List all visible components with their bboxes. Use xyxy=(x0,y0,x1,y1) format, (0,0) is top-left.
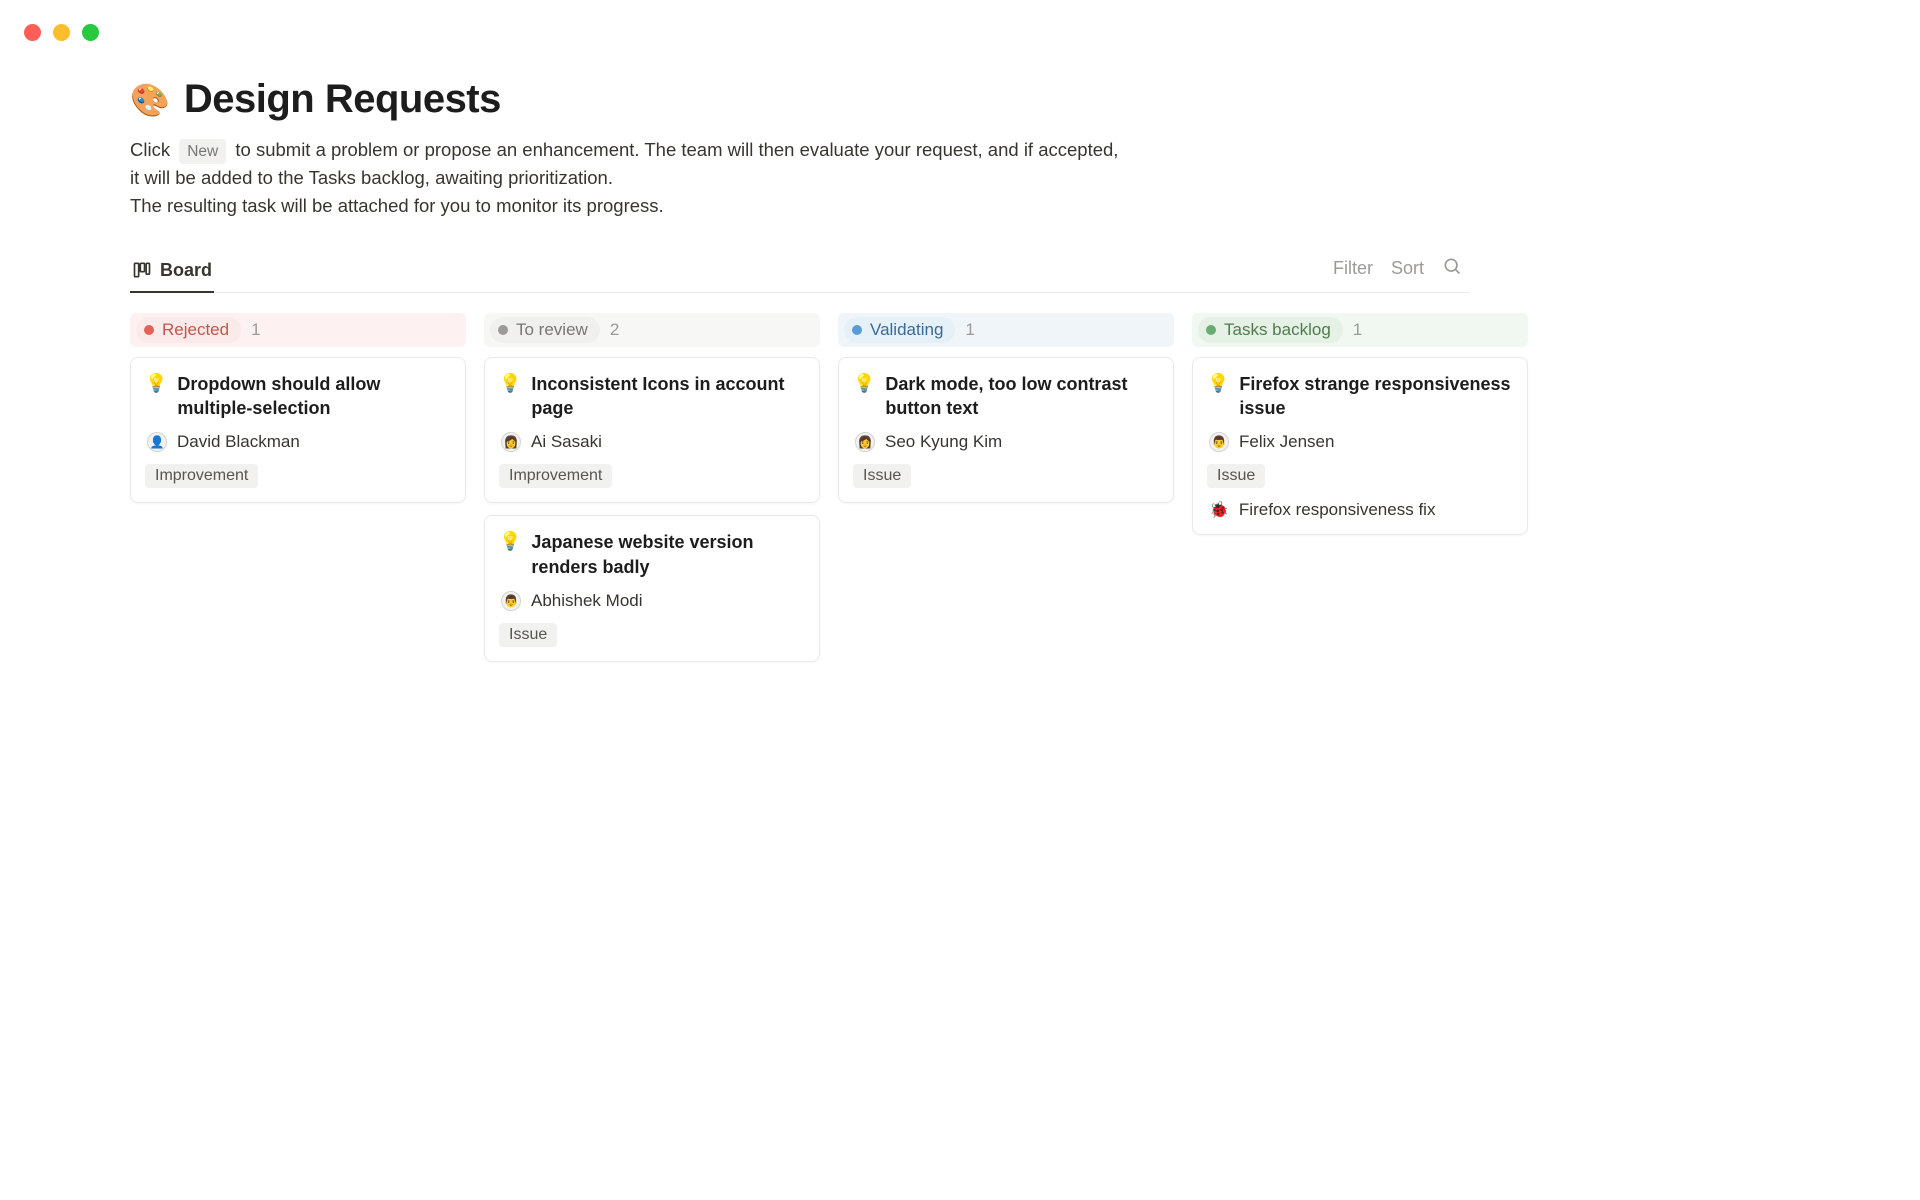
tag: Issue xyxy=(853,464,911,488)
linked-task-name: Firefox responsiveness fix xyxy=(1239,500,1436,520)
column-rejected: Rejected 1 💡 Dropdown should allow multiple… xyxy=(130,313,466,674)
card[interactable]: 💡 Dropdown should allow multiple-selectio… xyxy=(130,357,466,504)
page-description: Click New to submit a problem or propose… xyxy=(130,136,1130,220)
status-pill-rejected[interactable]: Rejected xyxy=(136,317,241,343)
search-icon xyxy=(1442,256,1462,276)
window-minimize-icon[interactable] xyxy=(53,24,70,41)
status-dot-icon xyxy=(498,325,508,335)
status-label: Validating xyxy=(870,320,943,340)
column-count: 2 xyxy=(610,320,619,340)
card-title: Dropdown should allow multiple-selection xyxy=(177,372,451,421)
lightbulb-icon: 💡 xyxy=(1207,373,1229,395)
card-title-row: 💡 Dropdown should allow multiple-selectio… xyxy=(145,372,451,421)
description-text-after: to submit a problem or propose an enhanc… xyxy=(130,139,1118,188)
tag: Issue xyxy=(499,623,557,647)
assignee-row: 👩 Ai Sasaki xyxy=(499,432,805,452)
card[interactable]: 💡 Japanese website version renders badly 👨… xyxy=(484,515,820,662)
view-actions: Filter Sort xyxy=(1333,256,1470,287)
card-title: Japanese website version renders badly xyxy=(531,530,805,579)
column-count: 1 xyxy=(965,320,974,340)
page-icon[interactable]: 🎨 xyxy=(130,84,170,116)
window-zoom-icon[interactable] xyxy=(82,24,99,41)
search-button[interactable] xyxy=(1442,256,1462,281)
assignee-name: Abhishek Modi xyxy=(531,591,643,611)
status-pill-validating[interactable]: Validating xyxy=(844,317,955,343)
avatar: 👨 xyxy=(501,591,521,611)
assignee-row: 👨 Abhishek Modi xyxy=(499,591,805,611)
lightbulb-icon: 💡 xyxy=(853,373,875,395)
avatar: 👨 xyxy=(1209,432,1229,452)
card-title: Inconsistent Icons in account page xyxy=(531,372,805,421)
filter-button[interactable]: Filter xyxy=(1333,258,1373,279)
bug-icon: 🐞 xyxy=(1209,500,1229,520)
status-dot-icon xyxy=(852,325,862,335)
board: Rejected 1 💡 Dropdown should allow multiple… xyxy=(130,293,1470,674)
assignee-row: 👩 Seo Kyung Kim xyxy=(853,432,1159,452)
page-container: 🎨 Design Requests Click New to submit a … xyxy=(0,41,1600,674)
card[interactable]: 💡 Firefox strange responsiveness issue 👨 Fe… xyxy=(1192,357,1528,536)
column-header-validating[interactable]: Validating 1 xyxy=(838,313,1174,347)
column-count: 1 xyxy=(1353,320,1362,340)
column-count: 1 xyxy=(251,320,260,340)
linked-task-row[interactable]: 🐞 Firefox responsiveness fix xyxy=(1207,500,1513,520)
lightbulb-icon: 💡 xyxy=(499,373,521,395)
assignee-name: Seo Kyung Kim xyxy=(885,432,1002,452)
card-title-row: 💡 Inconsistent Icons in account page xyxy=(499,372,805,421)
avatar: 👤 xyxy=(147,432,167,452)
assignee-name: Felix Jensen xyxy=(1239,432,1334,452)
lightbulb-icon: 💡 xyxy=(145,373,167,395)
board-icon xyxy=(132,260,152,280)
view-tabs: Board xyxy=(130,252,214,292)
assignee-row: 👤 David Blackman xyxy=(145,432,451,452)
column-tasks-backlog: Tasks backlog 1 💡 Firefox strange responsiv… xyxy=(1192,313,1528,674)
column-header-rejected[interactable]: Rejected 1 xyxy=(130,313,466,347)
tag: Improvement xyxy=(499,464,612,488)
column-header-tasks-backlog[interactable]: Tasks backlog 1 xyxy=(1192,313,1528,347)
sort-button[interactable]: Sort xyxy=(1391,258,1424,279)
page-title[interactable]: Design Requests xyxy=(184,77,501,122)
card-title-row: 💡 Dark mode, too low contrast button text xyxy=(853,372,1159,421)
card-title-row: 💡 Japanese website version renders badly xyxy=(499,530,805,579)
title-row: 🎨 Design Requests xyxy=(130,77,1470,122)
description-text-line2: The resulting task will be attached for … xyxy=(130,195,664,216)
tab-board-label: Board xyxy=(160,260,212,281)
tag: Issue xyxy=(1207,464,1265,488)
card-title: Firefox strange responsiveness issue xyxy=(1239,372,1513,421)
assignee-name: David Blackman xyxy=(177,432,300,452)
status-pill-tasks-backlog[interactable]: Tasks backlog xyxy=(1198,317,1343,343)
card[interactable]: 💡 Inconsistent Icons in account page 👩 Ai S… xyxy=(484,357,820,504)
view-bar: Board Filter Sort xyxy=(130,252,1470,293)
card-title: Dark mode, too low contrast button text xyxy=(885,372,1159,421)
tag: Improvement xyxy=(145,464,258,488)
card-title-row: 💡 Firefox strange responsiveness issue xyxy=(1207,372,1513,421)
avatar: 👩 xyxy=(855,432,875,452)
column-to-review: To review 2 💡 Inconsistent Icons in account… xyxy=(484,313,820,674)
lightbulb-icon: 💡 xyxy=(499,531,521,553)
status-label: To review xyxy=(516,320,588,340)
status-label: Rejected xyxy=(162,320,229,340)
assignee-name: Ai Sasaki xyxy=(531,432,602,452)
description-text-before: Click xyxy=(130,139,170,160)
window-controls xyxy=(0,0,1920,41)
new-button-badge[interactable]: New xyxy=(179,139,226,164)
window-close-icon[interactable] xyxy=(24,24,41,41)
column-header-to-review[interactable]: To review 2 xyxy=(484,313,820,347)
tab-board[interactable]: Board xyxy=(130,252,214,293)
status-pill-to-review[interactable]: To review xyxy=(490,317,600,343)
status-dot-icon xyxy=(1206,325,1216,335)
assignee-row: 👨 Felix Jensen xyxy=(1207,432,1513,452)
avatar: 👩 xyxy=(501,432,521,452)
column-validating: Validating 1 💡 Dark mode, too low contrast … xyxy=(838,313,1174,674)
status-dot-icon xyxy=(144,325,154,335)
status-label: Tasks backlog xyxy=(1224,320,1331,340)
card[interactable]: 💡 Dark mode, too low contrast button text… xyxy=(838,357,1174,504)
